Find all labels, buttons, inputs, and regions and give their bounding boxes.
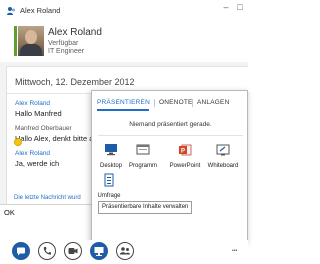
- conversation-date: Mittwoch, 12. Dezember 2012: [15, 77, 135, 87]
- active-tab-indicator: [97, 109, 149, 111]
- message-text: Hallo Alex, denkt bitte a: [15, 134, 94, 143]
- powerpoint-icon: P: [179, 144, 192, 156]
- present-powerpoint-label: PowerPoint: [169, 163, 201, 169]
- present-desktop-label: Desktop: [99, 163, 122, 169]
- present-icon: [94, 247, 104, 256]
- participants-button[interactable]: [116, 242, 134, 260]
- program-icon: [136, 144, 150, 155]
- participants-icon: [119, 247, 130, 255]
- minimize-button[interactable]: –: [220, 2, 232, 16]
- tab-onenote[interactable]: ONENOTE: [159, 99, 193, 106]
- message-sender[interactable]: Alex Roland: [15, 100, 50, 107]
- message-input-text[interactable]: OK: [4, 208, 15, 217]
- contact-name[interactable]: Alex Roland: [48, 27, 102, 38]
- divider: [98, 135, 243, 136]
- whiteboard-icon: [216, 144, 230, 156]
- present-poll-button[interactable]: Umfrage: [92, 173, 126, 199]
- nobody-presenting-text: Niemand präsentiert gerade.: [129, 121, 212, 128]
- im-icon: [17, 247, 25, 256]
- video-icon: [68, 248, 78, 254]
- lync-app-icon: [7, 7, 15, 15]
- call-button[interactable]: [38, 242, 56, 260]
- present-whiteboard-label: Whiteboard: [207, 163, 239, 169]
- present-desktop-button[interactable]: Desktop: [94, 143, 128, 169]
- message-sender[interactable]: Manfred Oberbauer: [15, 125, 72, 132]
- present-powerpoint-button[interactable]: P PowerPoint: [168, 143, 202, 169]
- message-text: Hallo Manfred: [15, 109, 62, 118]
- title-bar: Alex Roland – □: [0, 0, 248, 22]
- last-message-link[interactable]: Die letzte Nachricht wurd: [14, 195, 81, 201]
- present-whiteboard-button[interactable]: Whiteboard: [206, 143, 240, 169]
- present-button[interactable]: [90, 242, 108, 260]
- contact-status: Verfügbar: [48, 40, 79, 47]
- message-text: Ja, werde ich: [15, 159, 60, 168]
- contact-role: IT Engineer: [48, 48, 85, 55]
- presence-indicator: [14, 26, 17, 56]
- message-sender[interactable]: Alex Roland: [15, 150, 50, 157]
- poll-icon: [104, 173, 114, 187]
- desktop-icon: [105, 144, 117, 156]
- present-poll-label: Umfrage: [97, 193, 121, 199]
- contact-header: Alex Roland Verfügbar IT Engineer: [0, 22, 248, 62]
- tab-attachments[interactable]: ANLAGEN: [197, 99, 229, 106]
- tab-present[interactable]: PRÄSENTIEREN: [97, 99, 150, 106]
- more-options-button[interactable]: •••: [232, 248, 237, 254]
- smiley-emoticon-icon: [14, 138, 22, 146]
- present-program-label: Programm: [128, 163, 157, 169]
- maximize-button[interactable]: □: [234, 2, 246, 16]
- popup-tabs: PRÄSENTIEREN ONENOTE ANLAGEN: [92, 91, 249, 113]
- present-content-popup: PRÄSENTIEREN ONENOTE ANLAGEN Niemand prä…: [91, 90, 248, 242]
- avatar[interactable]: [18, 26, 44, 56]
- present-program-button[interactable]: Programm: [126, 143, 160, 169]
- conversation-toolbar: •••: [0, 240, 248, 264]
- manage-presentable-content-button[interactable]: Präsentierbare Inhalte verwalten: [98, 201, 192, 214]
- window-title: Alex Roland: [20, 6, 61, 15]
- svg-text:P: P: [181, 149, 185, 155]
- video-button[interactable]: [64, 242, 82, 260]
- im-button[interactable]: [12, 242, 30, 260]
- phone-icon: [43, 247, 51, 255]
